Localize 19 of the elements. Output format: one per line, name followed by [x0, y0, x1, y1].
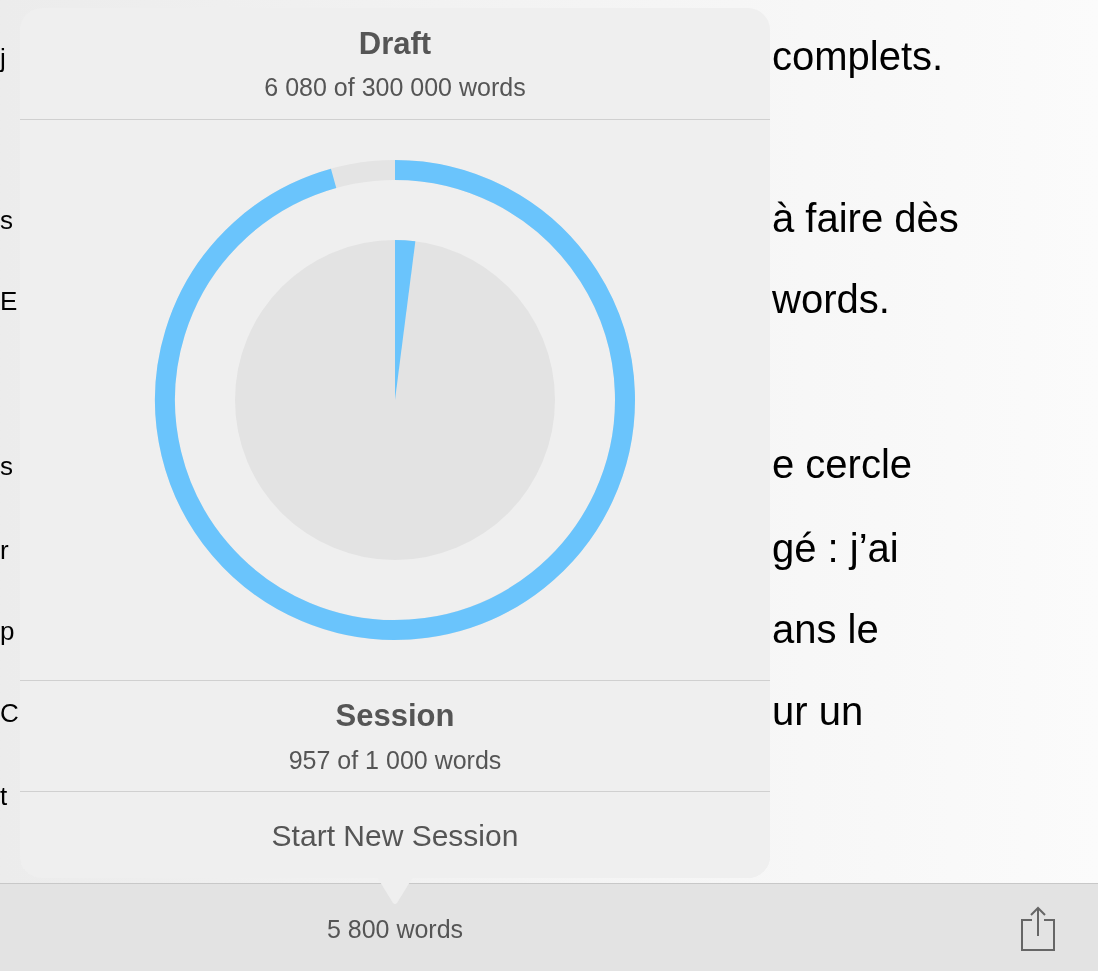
- text-fragment: ans le: [772, 606, 879, 652]
- text-fragment: r: [0, 535, 9, 565]
- word-count[interactable]: 5 800 words: [326, 910, 464, 949]
- session-title: Session: [335, 697, 455, 735]
- text-fragment: e cercle: [772, 441, 913, 487]
- text-fragment: complets.: [772, 33, 944, 79]
- text-fragment: j: [0, 43, 6, 73]
- text-fragment: E: [0, 286, 18, 316]
- text-fragment: s: [0, 205, 13, 235]
- share-icon[interactable]: [1020, 906, 1056, 952]
- text-fragment: gé : j’ai: [772, 525, 899, 571]
- text-fragment: t: [0, 781, 8, 811]
- text-fragment: s: [0, 451, 13, 481]
- text-fragment: words.: [772, 276, 890, 322]
- text-fragment: p: [0, 616, 15, 646]
- text-fragment: à faire dès: [772, 195, 959, 241]
- draft-title: Draft: [358, 24, 432, 63]
- text-fragment: C: [0, 698, 19, 728]
- text-fragment: ur un: [772, 688, 864, 734]
